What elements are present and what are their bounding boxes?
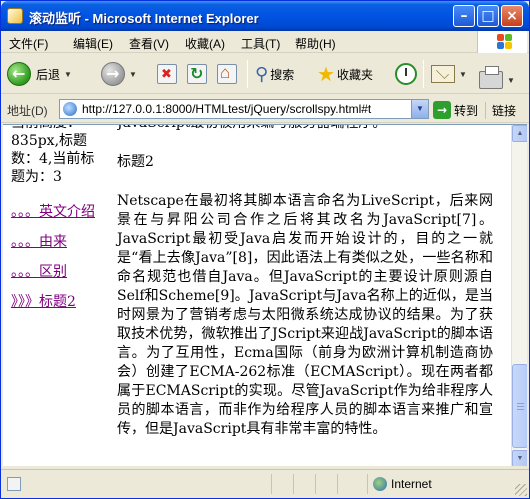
go-label: 转到 <box>454 103 479 118</box>
home-icon <box>217 63 237 84</box>
close-button[interactable]: × <box>501 5 523 27</box>
stop-icon <box>157 64 177 84</box>
title-bar[interactable]: 滚动监听 - Microsoft Internet Explorer – □ × <box>1 1 529 31</box>
stop-button[interactable] <box>157 60 177 88</box>
menu-bar: 文件(F) 编辑(E) 查看(V) 收藏(A) 工具(T) 帮助(H) <box>1 31 529 53</box>
grip-line <box>517 403 524 404</box>
article: JavaScript最初被用来编写服务器端程序。 标题2 Netscape在最初… <box>117 125 493 439</box>
status-bar: Internet <box>1 469 529 498</box>
status-divider <box>315 474 316 494</box>
scrollspy-sidebar: 当前高度：835px,标题数：4,当前标题为：3 。。。英文介绍 。。。由来 。… <box>11 125 107 311</box>
scroll-down-button[interactable]: ▼ <box>512 450 527 466</box>
address-input[interactable]: http://127.0.0.1:8000/HTMLtest/jQuery/sc… <box>59 99 429 119</box>
mail-button[interactable]: ▼ <box>431 60 467 88</box>
menu-tools[interactable]: 工具(T) <box>241 35 280 52</box>
address-label: 地址(D) <box>7 104 48 118</box>
forward-arrow-icon <box>101 62 125 86</box>
nav-link-difference[interactable]: 。。。区别 <box>11 263 107 281</box>
menu-view[interactable]: 查看(V) <box>129 35 169 52</box>
menu-help[interactable]: 帮助(H) <box>295 35 336 52</box>
nav-link-heading-2[interactable]: 》》》标题2 <box>11 293 107 311</box>
toolbar-separator <box>423 60 424 88</box>
print-button[interactable]: ▼ <box>479 66 515 94</box>
nav-link-english-intro[interactable]: 。。。英文介绍 <box>11 203 107 221</box>
chevron-down-icon[interactable]: ▼ <box>459 70 467 79</box>
back-arrow-icon <box>7 62 31 86</box>
search-button[interactable]: ⚲ 搜索 <box>255 60 294 88</box>
refresh-button[interactable] <box>187 60 207 88</box>
scrollbar-thumb[interactable] <box>512 364 527 448</box>
page-icon <box>7 8 23 24</box>
refresh-icon <box>187 64 207 84</box>
zone-label: Internet <box>391 477 432 491</box>
article-cut-line: JavaScript最初被用来编写服务器端程序。 <box>117 125 493 133</box>
status-divider <box>337 474 338 494</box>
page-viewport[interactable]: 当前高度：835px,标题数：4,当前标题为：3 。。。英文介绍 。。。由来 。… <box>3 124 527 466</box>
history-icon <box>395 63 417 85</box>
windows-logo-icon <box>477 31 527 53</box>
home-button[interactable] <box>217 60 237 88</box>
grip-line <box>517 409 524 410</box>
search-label: 搜索 <box>270 67 295 82</box>
status-divider <box>271 474 272 494</box>
go-arrow-icon: → <box>433 101 451 119</box>
print-icon <box>479 66 503 89</box>
article-paragraph: Netscape在最初将其脚本语言命名为LiveScript，后来网景在与昇阳公… <box>117 193 493 437</box>
menu-edit[interactable]: 编辑(E) <box>73 35 113 52</box>
chevron-down-icon[interactable]: ▼ <box>411 100 428 118</box>
internet-globe-icon <box>373 477 387 491</box>
section-heading: 标题2 <box>117 154 154 170</box>
maximize-button[interactable]: □ <box>477 5 499 27</box>
status-divider <box>367 474 368 494</box>
chevron-down-icon[interactable]: ▼ <box>129 70 137 79</box>
scroll-status-text: 当前高度：835px,标题数：4,当前标题为：3 <box>11 125 95 185</box>
grip-line <box>517 406 524 407</box>
chevron-down-icon[interactable]: ▼ <box>507 76 515 85</box>
toolbar: 后退 ▼ ▼ ⚲ 搜索 ★ 收藏夹 ▼ <box>1 54 529 94</box>
minimize-button[interactable]: – <box>453 5 475 27</box>
resize-grip[interactable] <box>515 484 527 496</box>
favorites-button[interactable]: ★ 收藏夹 <box>317 60 373 88</box>
scroll-up-button[interactable]: ▲ <box>512 125 527 142</box>
mail-icon <box>431 65 455 83</box>
ie-page-icon <box>63 102 77 116</box>
back-button[interactable]: 后退 ▼ <box>7 60 72 88</box>
back-label: 后退 <box>36 67 61 82</box>
status-page-icon <box>7 477 21 491</box>
history-button[interactable] <box>395 60 417 88</box>
favorites-label: 收藏夹 <box>336 67 373 82</box>
security-zone[interactable]: Internet <box>373 477 432 491</box>
toolbar-separator <box>247 60 248 88</box>
menu-favorites[interactable]: 收藏(A) <box>185 35 225 52</box>
ie-window: 滚动监听 - Microsoft Internet Explorer – □ ×… <box>0 0 530 499</box>
forward-button[interactable]: ▼ <box>101 60 137 88</box>
chevron-down-icon[interactable]: ▼ <box>64 70 72 79</box>
address-bar: 地址(D) http://127.0.0.1:8000/HTMLtest/jQu… <box>1 95 529 123</box>
vertical-scrollbar[interactable]: ▲ ▼ <box>511 125 527 466</box>
address-url[interactable]: http://127.0.0.1:8000/HTMLtest/jQuery/sc… <box>82 102 404 116</box>
window-title: 滚动监听 - Microsoft Internet Explorer <box>29 11 259 26</box>
go-button[interactable]: → 转到 <box>433 100 478 120</box>
links-button[interactable]: 链接 <box>485 102 516 119</box>
search-icon: ⚲ <box>255 63 269 85</box>
menu-file[interactable]: 文件(F) <box>9 35 48 52</box>
status-divider <box>293 474 294 494</box>
nav-link-origin[interactable]: 。。。由来 <box>11 233 107 251</box>
star-icon: ★ <box>317 62 335 86</box>
